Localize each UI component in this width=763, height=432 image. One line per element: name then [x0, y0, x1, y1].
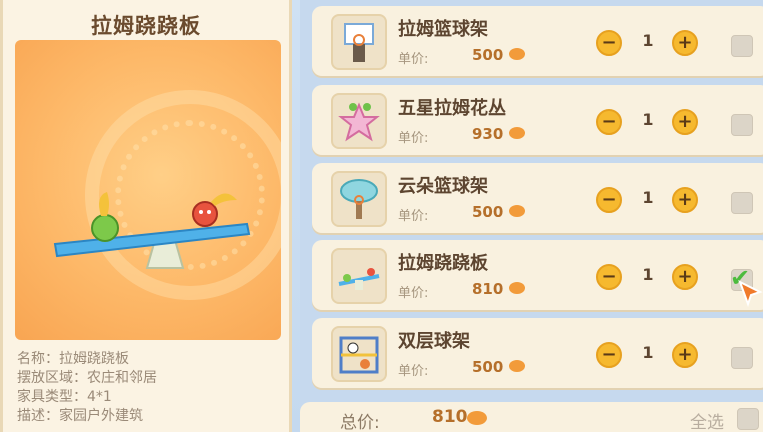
item-name: 云朵篮球架: [398, 176, 488, 197]
price-value: 500: [472, 358, 504, 376]
detail-title: 拉姆跷跷板: [91, 14, 201, 38]
item-detail-panel: 拉姆跷跷板 名称：拉姆跷跷板 摆放区域：农庄和邻居 家具类型：4*1 描述：家园…: [0, 0, 292, 432]
price-label: 单价:: [398, 131, 429, 146]
cart-footer: 总价: 810 全选: [300, 402, 763, 432]
item-thumbnail: [331, 93, 387, 149]
quantity-value: 1: [642, 265, 654, 284]
price-value: 500: [472, 46, 504, 64]
info-name: 名称：拉姆跷跷板: [17, 351, 129, 367]
total-value: 810: [432, 407, 468, 427]
price-value: 500: [472, 203, 504, 221]
price-label: 单价:: [398, 209, 429, 224]
quantity-value: 1: [642, 110, 654, 129]
shop-item-card[interactable]: 五星拉姆花丛 单价: 930 − 1 +: [312, 85, 763, 155]
basketball-hoop-icon: [344, 23, 374, 62]
price-value: 930: [472, 125, 504, 143]
price-value: 810: [472, 280, 504, 298]
coin-icon: [509, 360, 525, 372]
coin-icon: [467, 411, 487, 425]
cursor-arrow-icon: [738, 280, 763, 308]
quantity-value: 1: [642, 31, 654, 50]
quantity-minus-button[interactable]: −: [596, 109, 622, 135]
coin-icon: [509, 48, 525, 60]
info-area: 摆放区域：农庄和邻居: [17, 370, 157, 386]
item-name: 拉姆跷跷板: [398, 253, 488, 274]
item-thumbnail: [331, 248, 387, 304]
seesaw-illustration: [53, 192, 251, 269]
item-info: 名称：拉姆跷跷板 摆放区域：农庄和邻居 家具类型：4*1 描述：家园户外建筑: [17, 350, 157, 426]
quantity-minus-button[interactable]: −: [596, 30, 622, 56]
quantity-value: 1: [642, 343, 654, 362]
item-thumbnail: [331, 171, 387, 227]
quantity-plus-button[interactable]: +: [672, 264, 698, 290]
ball-rack-icon: [339, 336, 379, 374]
quantity-minus-button[interactable]: −: [596, 264, 622, 290]
cloud-basketball-hoop-icon: [340, 179, 378, 219]
coin-icon: [509, 127, 525, 139]
info-description: 描述：家园户外建筑: [17, 408, 143, 424]
quantity-value: 1: [642, 188, 654, 207]
quantity-minus-button[interactable]: −: [596, 187, 622, 213]
item-preview-image: [15, 40, 281, 340]
select-checkbox[interactable]: [731, 35, 753, 57]
info-type: 家具类型：4*1: [17, 389, 112, 405]
price-label: 单价:: [398, 286, 429, 301]
item-name: 五星拉姆花丛: [398, 98, 506, 119]
item-thumbnail: [331, 14, 387, 70]
shop-item-card[interactable]: 云朵篮球架 单价: 500 − 1 +: [312, 163, 763, 233]
shop-item-card[interactable]: 拉姆篮球架 单价: 500 − 1 +: [312, 6, 763, 76]
quantity-plus-button[interactable]: +: [672, 187, 698, 213]
select-checkbox[interactable]: [731, 192, 753, 214]
total-label: 总价:: [340, 413, 380, 432]
flower-bush-icon: [338, 102, 380, 142]
shop-list-panel: 拉姆篮球架 单价: 500 − 1 + 五星拉姆花丛 单价: 930 − 1 +: [300, 0, 763, 432]
select-all-checkbox[interactable]: [737, 408, 759, 430]
price-label: 单价:: [398, 52, 429, 67]
select-all-label[interactable]: 全选: [690, 408, 724, 432]
item-name: 双层球架: [398, 331, 470, 352]
quantity-plus-button[interactable]: +: [672, 30, 698, 56]
price-label: 单价:: [398, 364, 429, 379]
item-thumbnail: [331, 326, 387, 382]
select-checkbox[interactable]: [731, 114, 753, 136]
seesaw-icon: [338, 268, 380, 290]
quantity-plus-button[interactable]: +: [672, 109, 698, 135]
select-checkbox[interactable]: [731, 347, 753, 369]
quantity-plus-button[interactable]: +: [672, 342, 698, 368]
shop-item-card[interactable]: 拉姆跷跷板 单价: 810 − 1 + ✔: [312, 240, 763, 310]
coin-icon: [509, 282, 525, 294]
quantity-minus-button[interactable]: −: [596, 342, 622, 368]
shop-item-card[interactable]: 双层球架 单价: 500 − 1 +: [312, 318, 763, 388]
coin-icon: [509, 205, 525, 217]
item-name: 拉姆篮球架: [398, 19, 488, 40]
